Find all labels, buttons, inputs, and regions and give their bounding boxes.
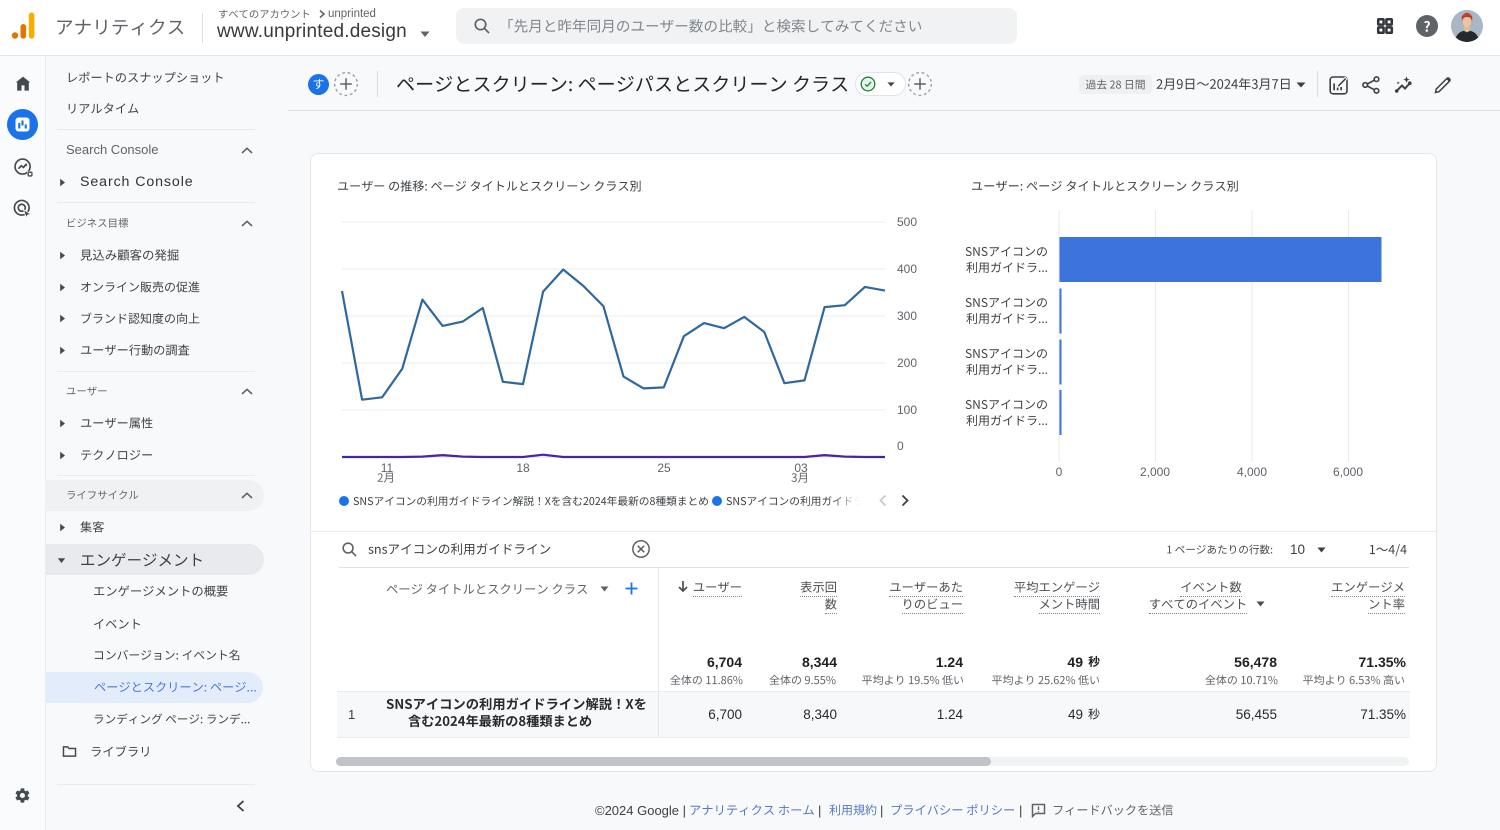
svg-text:0: 0 <box>1056 465 1063 479</box>
svg-text:4,000: 4,000 <box>1237 465 1267 479</box>
svg-text:6,000: 6,000 <box>1333 465 1363 479</box>
svg-text:2,000: 2,000 <box>1140 465 1170 479</box>
